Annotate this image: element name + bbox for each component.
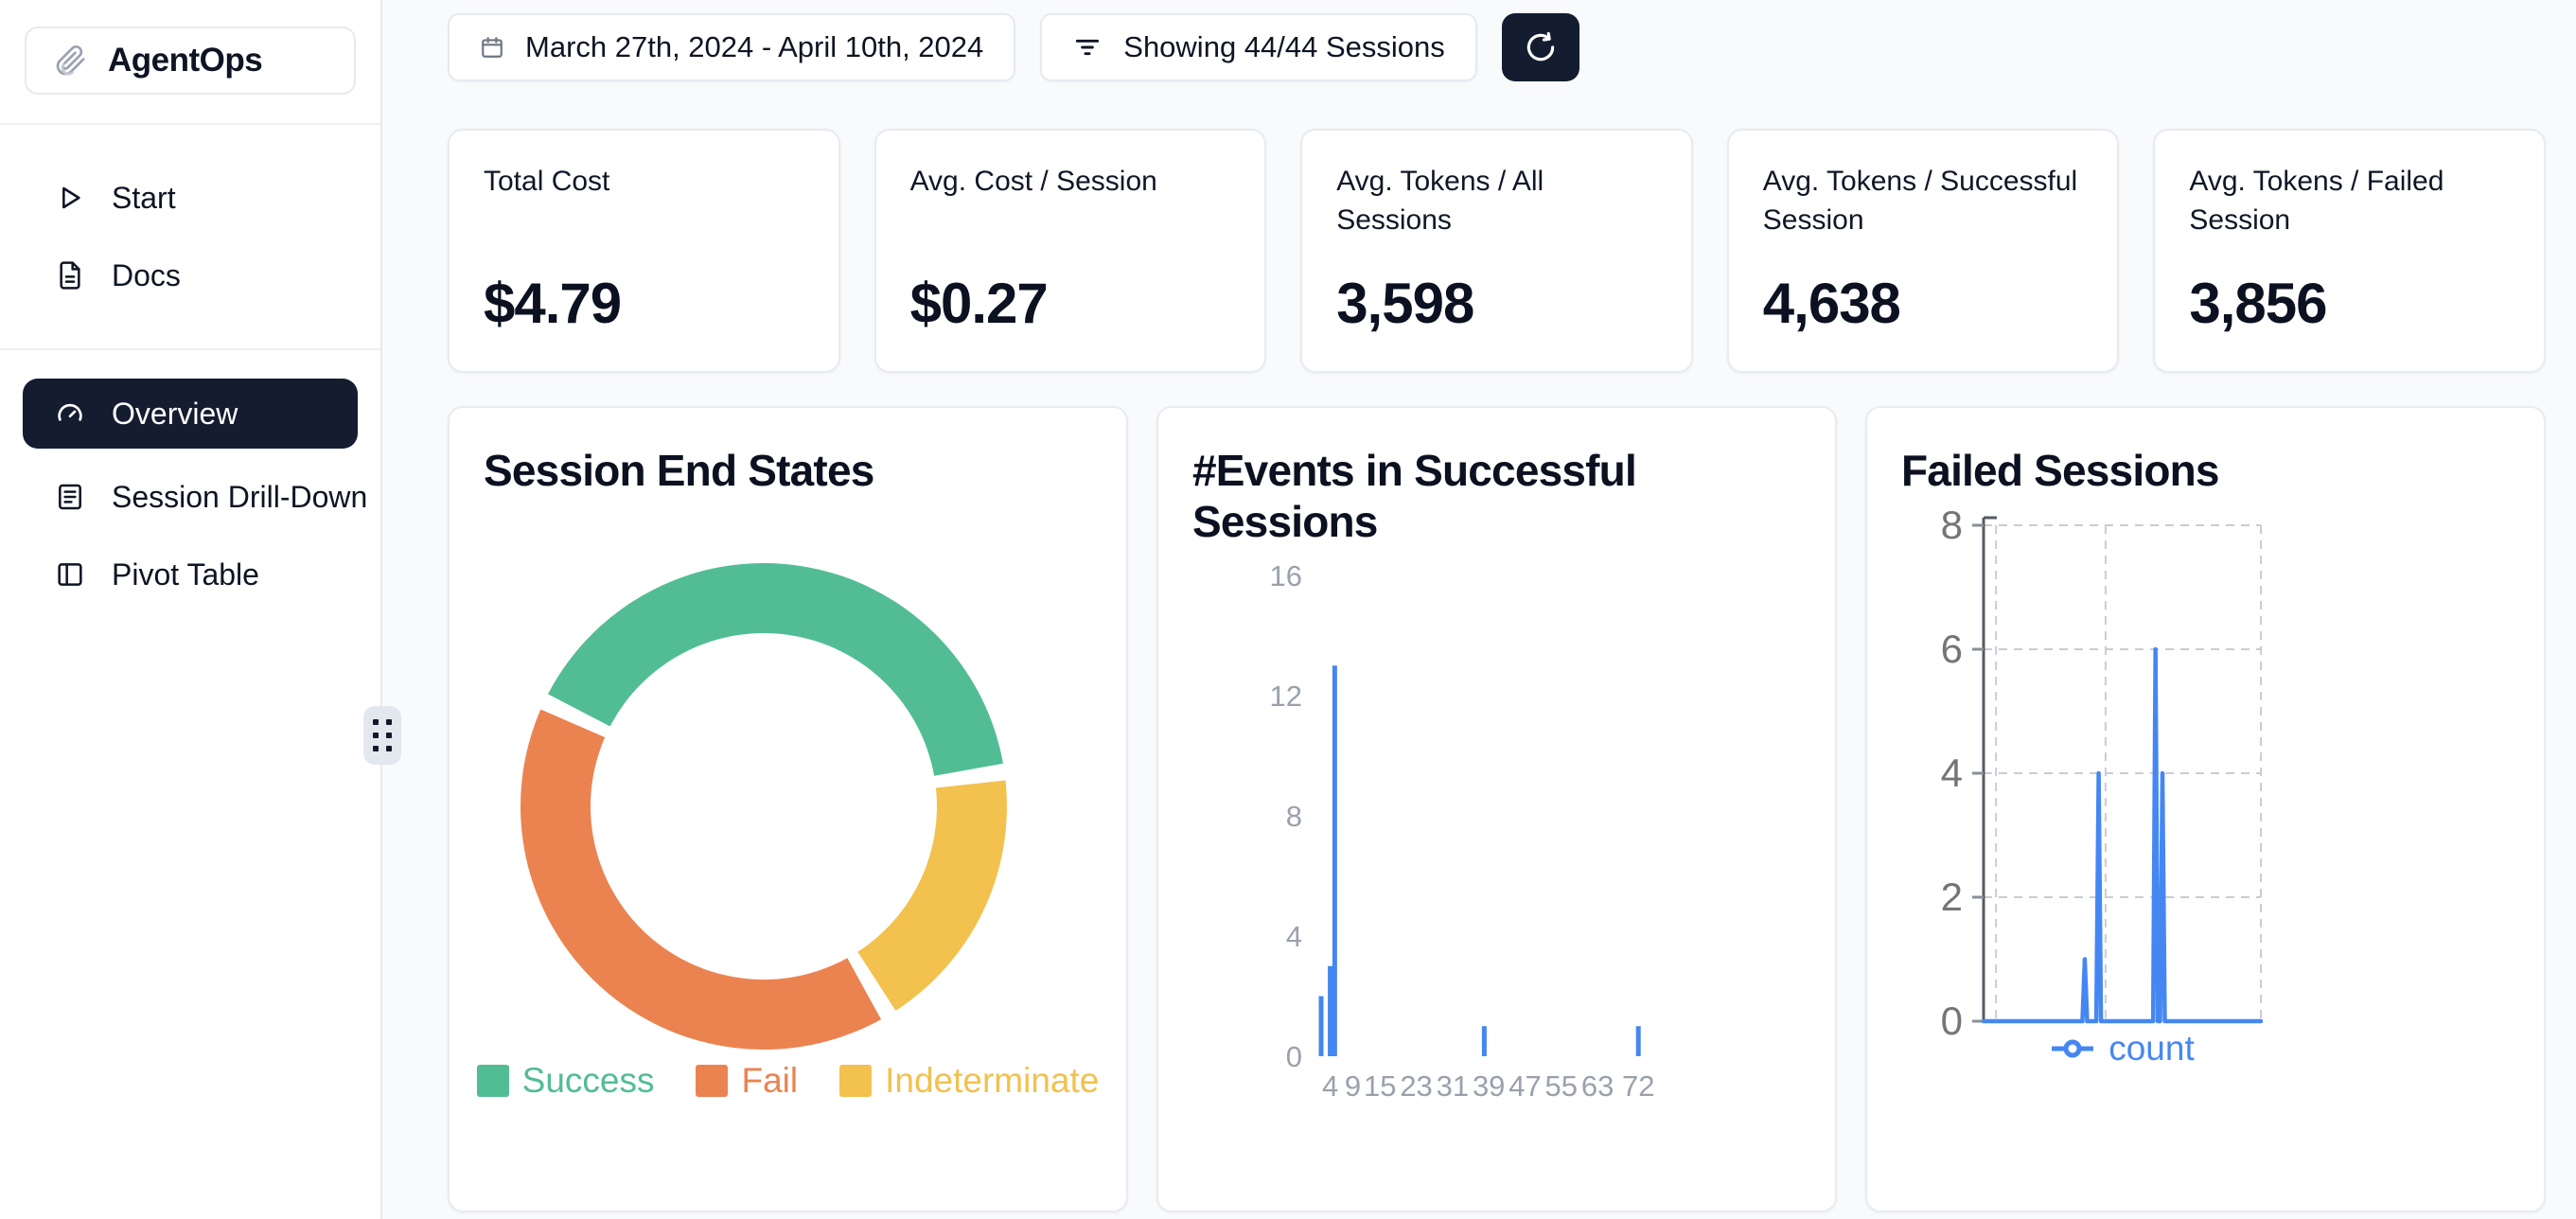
gauge-icon [53, 397, 87, 431]
sidebar-resize-handle[interactable] [363, 706, 401, 765]
svg-text:31: 31 [1437, 1069, 1469, 1103]
stats-row: Total Cost $4.79 Avg. Cost / Session $0.… [448, 129, 2546, 373]
legend-label: Indeterminate [885, 1061, 1099, 1101]
stat-value: 3,598 [1336, 271, 1473, 336]
svg-text:63: 63 [1581, 1069, 1614, 1103]
stat-card-total-cost: Total Cost $4.79 [448, 129, 840, 373]
sidebar-item-session-drill-down[interactable]: Session Drill-Down [0, 458, 380, 536]
stat-label: Avg. Tokens / All Sessions [1336, 163, 1663, 239]
svg-text:0: 0 [1941, 998, 1963, 1043]
svg-text:55: 55 [1545, 1069, 1578, 1103]
stat-label: Avg. Cost / Session [910, 163, 1237, 202]
stat-value: $0.27 [910, 271, 1048, 336]
sidebar-item-start[interactable]: Start [0, 159, 380, 237]
app-logo[interactable]: AgentOps [25, 26, 356, 95]
svg-text:39: 39 [1473, 1069, 1505, 1103]
events-histogram-chart: 0481216491523313947556372 [1158, 408, 1834, 1212]
main-content: March 27th, 2024 - April 10th, 2024 Show… [384, 0, 2576, 1219]
date-range-label: March 27th, 2024 - April 10th, 2024 [525, 30, 983, 64]
failed-sessions-line-chart: 0 2 4 6 8 [1867, 408, 2544, 1212]
svg-text:16: 16 [1270, 559, 1302, 592]
svg-text:72: 72 [1622, 1069, 1654, 1103]
app-title: AgentOps [108, 42, 262, 80]
svg-text:8: 8 [1941, 503, 1963, 547]
sidebar-item-pivot-table[interactable]: Pivot Table [0, 536, 380, 613]
indeterminate-swatch [839, 1065, 872, 1097]
sidebar-item-label: Docs [112, 258, 181, 293]
line-marker-icon [2050, 1036, 2095, 1061]
svg-text:8: 8 [1286, 800, 1302, 833]
stat-value: $4.79 [484, 271, 621, 336]
stat-card-avg-tokens-successful: Avg. Tokens / Successful Session 4,638 [1727, 129, 2120, 373]
svg-text:2: 2 [1941, 874, 1963, 919]
svg-text:4: 4 [1286, 920, 1302, 953]
sidebar-links: Start Docs [0, 125, 380, 348]
events-histogram-card: #Events in Successful Sessions 048121649… [1156, 406, 1837, 1212]
sessions-filter-label: Showing 44/44 Sessions [1123, 30, 1445, 64]
svg-text:4: 4 [1322, 1069, 1338, 1103]
stat-label: Avg. Tokens / Successful Session [1763, 163, 2090, 239]
sidebar-item-overview[interactable]: Overview [23, 379, 358, 449]
legend-item-fail: Fail [696, 1061, 798, 1101]
stat-value: 4,638 [1763, 271, 1900, 336]
donut-legend: Success Fail Indeterminate [450, 1061, 1126, 1101]
sidebar-item-label: Start [112, 181, 176, 216]
svg-text:23: 23 [1400, 1069, 1432, 1103]
svg-text:6: 6 [1941, 627, 1963, 671]
legend-item-indeterminate: Indeterminate [839, 1061, 1099, 1101]
legend-label: Fail [741, 1061, 798, 1101]
svg-text:0: 0 [1286, 1040, 1302, 1073]
stat-label: Avg. Tokens / Failed Session [2189, 163, 2515, 239]
svg-text:12: 12 [1270, 680, 1302, 713]
play-icon [53, 181, 87, 215]
refresh-button[interactable] [1502, 13, 1579, 81]
stat-label: Total Cost [484, 163, 810, 202]
paperclip-logo-icon [53, 44, 87, 78]
document-lines-icon [53, 480, 87, 514]
stat-card-avg-tokens-failed: Avg. Tokens / Failed Session 3,856 [2153, 129, 2546, 373]
sidebar-item-label: Session Drill-Down [112, 480, 367, 515]
legend-label: Success [522, 1061, 655, 1101]
fail-swatch [696, 1065, 728, 1097]
calendar-icon [480, 35, 504, 60]
columns-icon [53, 557, 87, 592]
stat-card-avg-tokens-all: Avg. Tokens / All Sessions 3,598 [1300, 129, 1693, 373]
svg-text:4: 4 [1941, 751, 1963, 795]
series-label: count [2108, 1029, 2195, 1069]
failed-sessions-card: Failed Sessions 02468 count [1865, 406, 2546, 1212]
sidebar-item-docs[interactable]: Docs [0, 237, 380, 314]
sessions-filter-button[interactable]: Showing 44/44 Sessions [1040, 13, 1477, 81]
sidebar-item-label: Overview [112, 397, 238, 432]
sidebar-item-label: Pivot Table [112, 557, 259, 592]
stat-value: 3,856 [2189, 271, 2326, 336]
session-end-states-card: Session End States Success Fail Indeterm… [448, 406, 1128, 1212]
svg-text:47: 47 [1509, 1069, 1541, 1103]
count-legend: count [1984, 1029, 2261, 1069]
refresh-icon [1523, 29, 1559, 65]
topbar: March 27th, 2024 - April 10th, 2024 Show… [448, 13, 2546, 81]
grip-dots-icon [373, 719, 392, 751]
stat-card-avg-cost-session: Avg. Cost / Session $0.27 [874, 129, 1267, 373]
success-swatch [477, 1065, 509, 1097]
sidebar-nav: Overview Session Drill-Down Pivot Table [0, 350, 380, 642]
svg-text:15: 15 [1364, 1069, 1396, 1103]
legend-item-success: Success [477, 1061, 655, 1101]
svg-text:9: 9 [1345, 1069, 1361, 1103]
charts-row: Session End States Success Fail Indeterm… [448, 406, 2546, 1212]
date-range-button[interactable]: March 27th, 2024 - April 10th, 2024 [448, 13, 1015, 81]
document-icon [53, 258, 87, 292]
sidebar: AgentOps Start Docs [0, 0, 382, 1219]
filter-icon [1072, 32, 1103, 62]
